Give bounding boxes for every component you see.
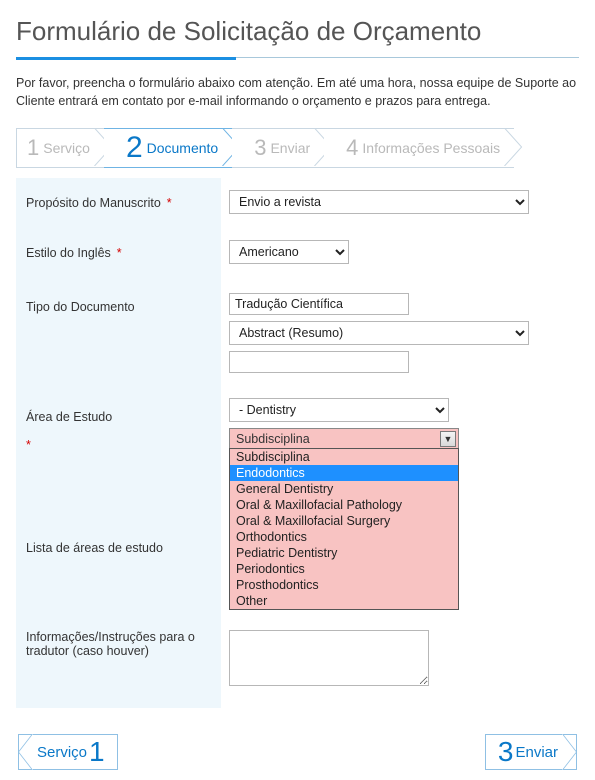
doc-type-text-input[interactable] bbox=[229, 293, 409, 315]
subdiscipline-dropdown-open: Subdisciplina Endodontics General Dentis… bbox=[229, 448, 459, 610]
subdiscipline-option-list: Subdisciplina Endodontics General Dentis… bbox=[230, 449, 458, 609]
step-number: 2 bbox=[126, 131, 143, 165]
label-text: Lista de áreas de estudo bbox=[26, 541, 163, 555]
label-doc-type: Tipo do Documento bbox=[16, 278, 221, 388]
nav-number: 3 bbox=[498, 736, 514, 768]
row-study-area: Área de Estudo * - Dentistry Subdiscipli… bbox=[16, 388, 579, 488]
label-purpose: Propósito do Manuscrito * bbox=[16, 178, 221, 228]
chevron-down-icon: ▼ bbox=[440, 431, 456, 447]
form-body: Propósito do Manuscrito * Envio a revist… bbox=[16, 178, 579, 708]
step-number: 1 bbox=[27, 135, 39, 161]
step-number: 3 bbox=[254, 135, 266, 161]
label-text: Propósito do Manuscrito bbox=[26, 196, 161, 210]
step-label: Enviar bbox=[270, 140, 310, 156]
subdiscipline-option[interactable]: Periodontics bbox=[230, 561, 458, 577]
subdiscipline-select[interactable]: Subdisciplina ▼ bbox=[229, 428, 459, 450]
chevron-right-icon bbox=[504, 128, 524, 166]
study-area-select[interactable]: - Dentistry bbox=[229, 398, 449, 422]
step-personal-info[interactable]: 4 Informações Pessoais bbox=[324, 128, 514, 168]
required-marker: * bbox=[26, 438, 31, 452]
step-document[interactable]: 2 Documento bbox=[104, 128, 232, 168]
step-tabs: 1 Serviço 2 Documento 3 Enviar 4 Informa… bbox=[16, 128, 579, 168]
required-marker: * bbox=[167, 196, 172, 210]
label-text: Área de Estudo bbox=[26, 410, 112, 424]
label-study-list: Lista de áreas de estudo bbox=[16, 488, 221, 608]
label-text: Tipo do Documento bbox=[26, 300, 135, 314]
required-marker: * bbox=[117, 246, 122, 260]
title-accent bbox=[16, 57, 236, 60]
label-text: Informações/Instruções para o tradutor (… bbox=[26, 630, 211, 658]
step-send[interactable]: 3 Enviar bbox=[232, 128, 324, 168]
subdiscipline-option[interactable]: Endodontics bbox=[230, 465, 458, 481]
bottom-nav: Serviço 1 3 Enviar bbox=[16, 734, 579, 770]
purpose-select[interactable]: Envio a revista bbox=[229, 190, 529, 214]
subdiscipline-selected-label: Subdisciplina bbox=[236, 432, 310, 446]
subdiscipline-option[interactable]: Oral & Maxillofacial Surgery bbox=[230, 513, 458, 529]
subdiscipline-option[interactable]: Oral & Maxillofacial Pathology bbox=[230, 497, 458, 513]
row-english-style: Estilo do Inglês * Americano bbox=[16, 228, 579, 278]
nav-label: Serviço bbox=[37, 744, 87, 761]
step-label: Serviço bbox=[43, 140, 90, 156]
label-instructions: Informações/Instruções para o tradutor (… bbox=[16, 608, 221, 708]
label-study-area: Área de Estudo * bbox=[16, 388, 221, 488]
doc-type-extra-input[interactable] bbox=[229, 351, 409, 373]
subdiscipline-option[interactable]: Subdisciplina bbox=[230, 449, 458, 465]
nav-label: Enviar bbox=[515, 744, 558, 761]
step-number: 4 bbox=[346, 135, 358, 161]
subdiscipline-option[interactable]: Orthodontics bbox=[230, 529, 458, 545]
prev-step-button[interactable]: Serviço 1 bbox=[18, 734, 118, 770]
subdiscipline-option[interactable]: Pediatric Dentistry bbox=[230, 545, 458, 561]
doc-type-select[interactable]: Abstract (Resumo) bbox=[229, 321, 529, 345]
subdiscipline-option[interactable]: General Dentistry bbox=[230, 481, 458, 497]
intro-text: Por favor, preencha o formulário abaixo … bbox=[16, 74, 579, 110]
page-title: Formulário de Solicitação de Orçamento bbox=[16, 16, 579, 47]
step-service[interactable]: 1 Serviço bbox=[16, 128, 104, 168]
step-label: Informações Pessoais bbox=[362, 140, 500, 156]
nav-number: 1 bbox=[89, 736, 105, 768]
row-doc-type: Tipo do Documento Abstract (Resumo) bbox=[16, 278, 579, 388]
label-english-style: Estilo do Inglês * bbox=[16, 228, 221, 278]
subdiscipline-option[interactable]: Prosthodontics bbox=[230, 577, 458, 593]
step-label: Documento bbox=[147, 140, 219, 156]
label-text: Estilo do Inglês bbox=[26, 246, 111, 260]
row-purpose: Propósito do Manuscrito * Envio a revist… bbox=[16, 178, 579, 228]
row-instructions: Informações/Instruções para o tradutor (… bbox=[16, 608, 579, 708]
english-style-select[interactable]: Americano bbox=[229, 240, 349, 264]
next-step-button[interactable]: 3 Enviar bbox=[485, 734, 577, 770]
subdiscipline-option[interactable]: Other bbox=[230, 593, 458, 609]
